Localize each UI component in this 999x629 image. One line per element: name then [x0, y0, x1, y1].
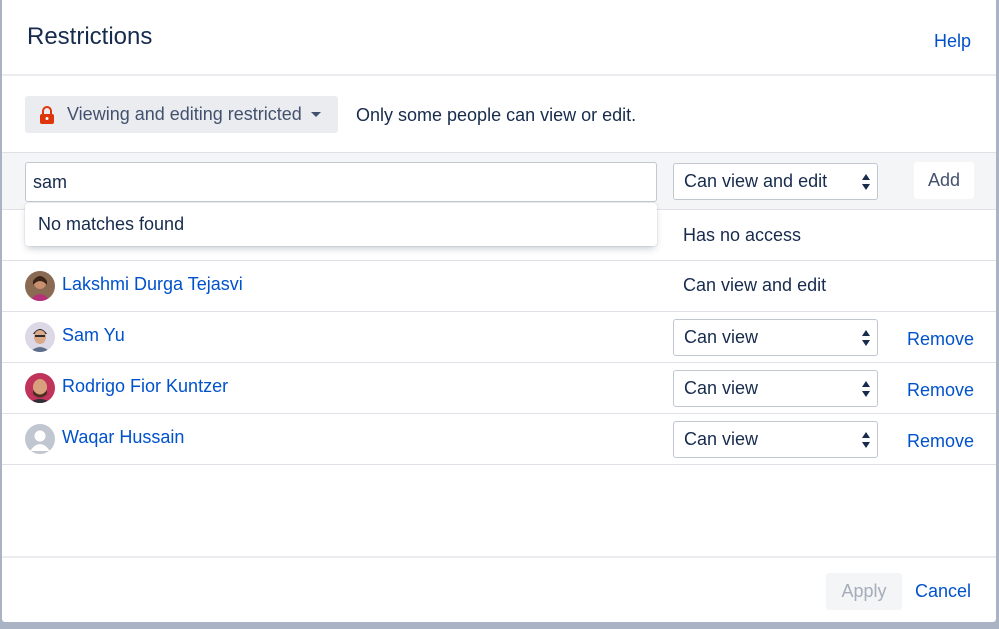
permission-text: Has no access — [683, 225, 802, 245]
remove-button[interactable]: Remove — [907, 329, 974, 350]
restriction-mode-label: Viewing and editing restricted — [67, 104, 302, 124]
permission-value: Can view — [684, 429, 759, 449]
restriction-mode-dropdown[interactable]: Viewing and editing restricted — [25, 96, 338, 133]
table-row: Waqar Hussain Can view Remove — [2, 414, 996, 465]
restrictions-dialog: Restrictions Help Viewing and editing re… — [2, 0, 996, 622]
select-arrows-icon — [862, 330, 870, 346]
table-row: Rodrigo Fior Kuntzer Can view Remove — [2, 363, 996, 414]
permission-select[interactable]: Can view — [673, 370, 878, 407]
dialog-title: Restrictions — [27, 23, 153, 50]
chevron-down-icon — [310, 112, 321, 117]
cancel-button[interactable]: Cancel — [915, 581, 971, 602]
avatar — [25, 373, 55, 403]
apply-button[interactable]: Apply — [826, 573, 902, 610]
select-arrows-icon — [862, 432, 870, 448]
permission-select[interactable]: Can view — [673, 421, 878, 458]
permission-value: Can view — [684, 378, 759, 398]
add-button[interactable]: Add — [914, 162, 974, 199]
search-results-dropdown: No matches found — [25, 203, 657, 246]
new-permission-value: Can view and edit — [684, 171, 828, 191]
permission-select[interactable]: Can view — [673, 319, 878, 356]
dialog-header: Restrictions Help — [2, 0, 996, 76]
table-row: Sam Yu Can view Remove — [2, 312, 996, 363]
avatar — [25, 424, 55, 454]
restriction-mode-description: Only some people can view or edit. — [356, 105, 637, 125]
help-link[interactable]: Help — [934, 31, 971, 52]
table-row: Lakshmi Durga Tejasvi Can view and edit — [2, 261, 996, 312]
remove-button[interactable]: Remove — [907, 380, 974, 401]
select-arrows-icon — [862, 174, 870, 190]
user-list: Has no access Lakshmi Durga Tejasvi Can … — [2, 205, 996, 465]
add-user-row: Can view and edit Add — [2, 152, 996, 210]
user-search-input[interactable] — [25, 162, 657, 202]
user-name-link[interactable]: Waqar Hussain — [62, 427, 184, 448]
avatar — [25, 271, 55, 301]
select-arrows-icon — [862, 381, 870, 397]
avatar — [25, 322, 55, 352]
no-matches-message: No matches found — [38, 214, 185, 234]
permission-text: Can view and edit — [683, 275, 827, 295]
new-permission-select[interactable]: Can view and edit — [673, 163, 878, 200]
restriction-mode-row: Viewing and editing restricted Only some… — [2, 76, 996, 152]
user-name-link[interactable]: Rodrigo Fior Kuntzer — [62, 376, 228, 397]
permission-value: Can view — [684, 327, 759, 347]
dialog-footer: Apply Cancel — [2, 556, 996, 622]
user-name-link[interactable]: Sam Yu — [62, 325, 125, 346]
lock-icon — [40, 105, 54, 124]
remove-button[interactable]: Remove — [907, 431, 974, 452]
user-name-link[interactable]: Lakshmi Durga Tejasvi — [62, 274, 243, 295]
